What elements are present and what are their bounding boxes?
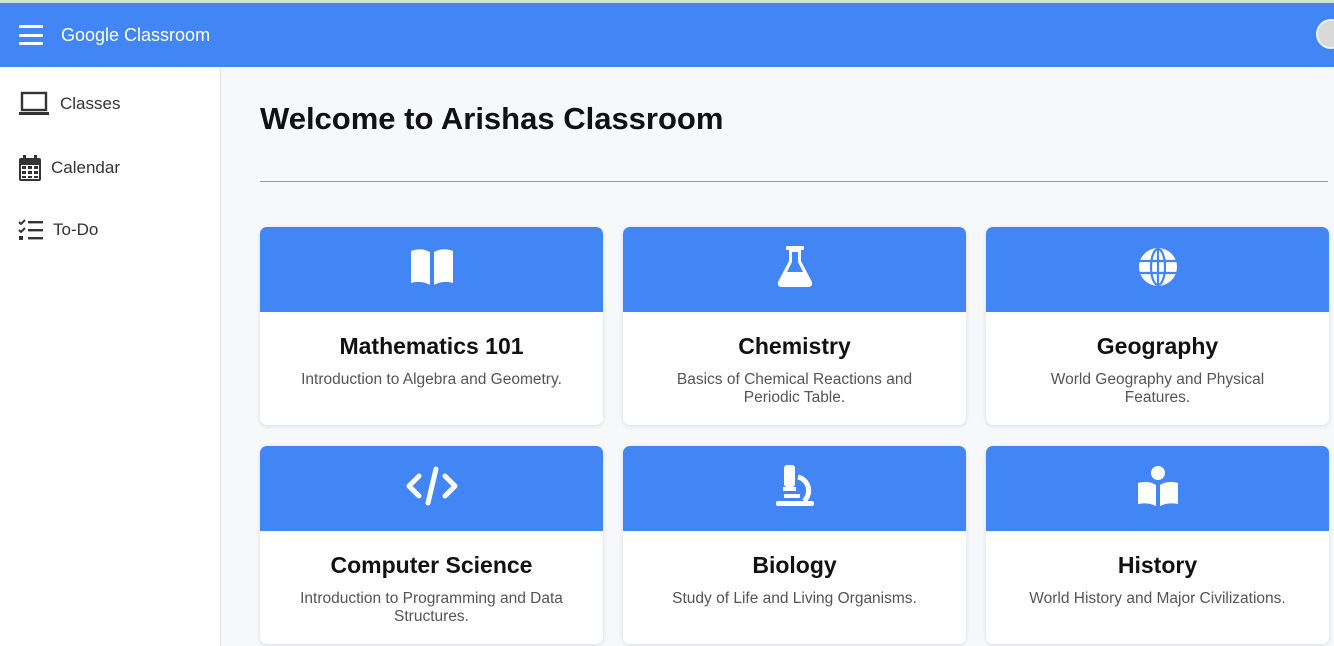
card-description: World Geography and Physical Features. xyxy=(1050,371,1265,406)
class-card-chemistry[interactable]: Chemistry Basics of Chemical Reactions a… xyxy=(623,227,966,425)
class-card-computer-science[interactable]: Computer Science Introduction to Program… xyxy=(260,446,603,644)
checklist-icon xyxy=(18,219,44,241)
card-title: Computer Science xyxy=(330,552,533,578)
card-description: World History and Major Civilizations. xyxy=(1029,590,1286,607)
card-description: Basics of Chemical Reactions and Periodi… xyxy=(676,371,913,406)
flask-icon xyxy=(777,246,813,293)
main-content: Welcome to Arishas Classroom Mathematics… xyxy=(221,67,1334,646)
book-reader-icon xyxy=(1136,465,1180,512)
divider xyxy=(260,181,1328,182)
card-header xyxy=(260,227,603,312)
card-title: Geography xyxy=(1096,333,1219,359)
app-bar: Google Classroom xyxy=(0,3,1334,67)
card-title: Mathematics 101 xyxy=(339,333,524,359)
card-title: Chemistry xyxy=(738,333,851,359)
laptop-icon xyxy=(18,91,50,117)
card-header xyxy=(986,446,1329,531)
calendar-icon xyxy=(18,155,42,181)
card-header xyxy=(623,227,966,312)
sidebar: Classes Calendar To-Do xyxy=(0,67,221,646)
sidebar-item-label: Calendar xyxy=(51,158,120,177)
card-header xyxy=(623,446,966,531)
sidebar-item-todo[interactable]: To-Do xyxy=(18,219,98,241)
card-title: Biology xyxy=(752,552,837,578)
sidebar-item-label: To-Do xyxy=(53,220,99,239)
sidebar-item-label: Classes xyxy=(60,94,121,113)
class-card-history[interactable]: History World History and Major Civiliza… xyxy=(986,446,1329,644)
code-icon xyxy=(406,466,458,511)
card-header xyxy=(986,227,1329,312)
book-open-icon xyxy=(409,247,455,292)
card-description: Study of Life and Living Organisms. xyxy=(672,590,917,607)
card-description: Introduction to Programming and Data Str… xyxy=(300,590,563,625)
class-card-biology[interactable]: Biology Study of Life and Living Organis… xyxy=(623,446,966,644)
sidebar-item-calendar[interactable]: Calendar xyxy=(18,155,120,181)
class-card-mathematics[interactable]: Mathematics 101 Introduction to Algebra … xyxy=(260,227,603,425)
card-title: History xyxy=(1117,552,1198,578)
microscope-icon xyxy=(774,465,816,512)
sidebar-item-classes[interactable]: Classes xyxy=(18,91,120,117)
app-title: Google Classroom xyxy=(61,24,211,45)
card-description: Introduction to Algebra and Geometry. xyxy=(301,371,562,388)
page-title: Welcome to Arishas Classroom xyxy=(260,101,724,136)
class-card-geography[interactable]: Geography World Geography and Physical F… xyxy=(986,227,1329,425)
avatar[interactable] xyxy=(1316,19,1334,49)
card-header xyxy=(260,446,603,531)
globe-icon xyxy=(1137,246,1179,293)
hamburger-menu-icon[interactable] xyxy=(19,25,43,45)
